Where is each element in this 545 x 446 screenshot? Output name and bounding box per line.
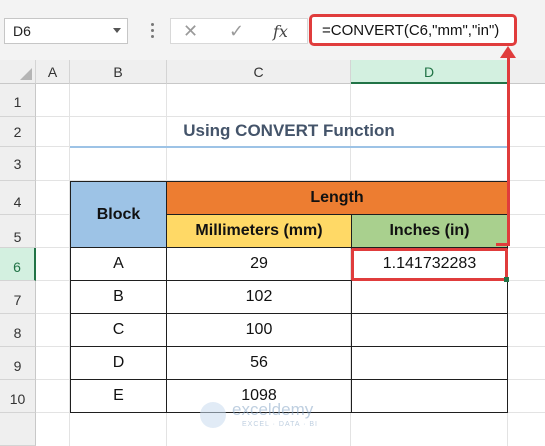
header-millimeters[interactable]: Millimeters (mm)	[166, 214, 352, 248]
name-box-value: D6	[13, 23, 31, 39]
enter-icon[interactable]: ✓	[229, 21, 244, 42]
cell-inches[interactable]	[351, 313, 508, 347]
cell-inches[interactable]	[351, 280, 508, 314]
column-header-c[interactable]: C	[167, 60, 351, 84]
column-header-d[interactable]: D	[351, 60, 508, 84]
insert-function-icon[interactable]: fx	[273, 22, 288, 41]
exceldemy-logo-icon	[200, 402, 226, 428]
active-cell-highlight	[351, 248, 508, 281]
watermark: exceldemy EXCEL · DATA · BI	[200, 398, 350, 438]
column-header-b[interactable]: B	[70, 60, 167, 84]
more-options-icon[interactable]	[149, 20, 155, 40]
watermark-name: exceldemy	[232, 400, 314, 419]
header-length[interactable]: Length	[166, 181, 508, 215]
cell-block[interactable]: E	[70, 379, 167, 413]
row-header-3[interactable]: 3	[0, 147, 36, 181]
select-all-corner[interactable]	[0, 60, 36, 84]
name-box[interactable]: D6	[4, 18, 128, 44]
row-header-9[interactable]: 9	[0, 347, 36, 380]
cell-inches[interactable]	[351, 379, 508, 413]
cell-inches[interactable]	[351, 346, 508, 380]
cell-block[interactable]: B	[70, 280, 167, 314]
cell-block[interactable]: D	[70, 346, 167, 380]
title-underline	[70, 146, 508, 148]
annotation-arrow-connector	[496, 243, 510, 246]
cell-mm[interactable]: 102	[166, 280, 352, 314]
arrow-up-icon	[500, 46, 516, 58]
cell-block[interactable]: C	[70, 313, 167, 347]
dropdown-arrow-icon[interactable]	[113, 28, 121, 33]
formula-bar-area: D6 ✕ ✓ fx =CONVERT(C6,"mm","in")	[0, 0, 545, 60]
cell-mm[interactable]: 100	[166, 313, 352, 347]
cell-mm[interactable]: 29	[166, 247, 352, 281]
row-header-6[interactable]: 6	[0, 248, 36, 281]
sheet-title: Using CONVERT Function	[183, 121, 395, 140]
fill-handle[interactable]	[504, 277, 509, 282]
cancel-icon[interactable]: ✕	[183, 21, 198, 42]
column-header-e[interactable]	[508, 60, 545, 84]
row-header-2[interactable]: 2	[0, 117, 36, 147]
cell-mm[interactable]: 56	[166, 346, 352, 380]
header-inches[interactable]: Inches (in)	[351, 214, 508, 248]
header-block[interactable]: Block	[70, 181, 167, 248]
row-header-4[interactable]: 4	[0, 181, 36, 215]
column-header-a[interactable]: A	[36, 60, 70, 84]
row-header-5[interactable]: 5	[0, 215, 36, 248]
row-header-1[interactable]: 1	[0, 84, 36, 117]
cell-block[interactable]: A	[70, 247, 167, 281]
row-header-8[interactable]: 8	[0, 314, 36, 347]
row-header-7[interactable]: 7	[0, 281, 36, 314]
annotation-arrow-line	[507, 58, 510, 246]
watermark-tagline: EXCEL · DATA · BI	[242, 421, 318, 428]
row-header-11[interactable]	[0, 413, 36, 446]
formula-buttons: ✕ ✓ fx	[170, 18, 308, 44]
formula-input[interactable]: =CONVERT(C6,"mm","in")	[309, 14, 517, 46]
row-header-10[interactable]: 10	[0, 380, 36, 413]
